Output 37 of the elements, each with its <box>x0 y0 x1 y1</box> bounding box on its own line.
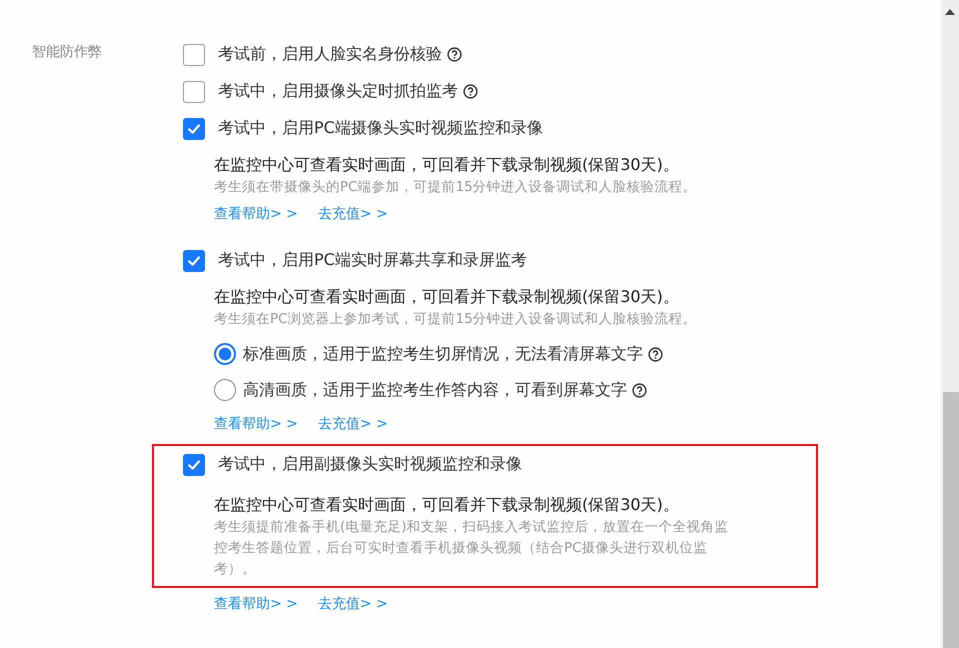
checkmark-icon <box>187 458 201 472</box>
option-label: 考试中，启用PC端实时屏幕共享和录屏监考 <box>218 250 527 271</box>
option-label: 考试中，启用摄像头定时抓拍监考 <box>218 81 458 102</box>
checkbox[interactable] <box>183 44 205 66</box>
option-note: 考生须在带摄像头的PC端参加，可提前15分钟进入设备调试和人脸核验流程。 <box>214 178 698 197</box>
section-label: 智能防作弊 <box>32 43 103 62</box>
radio-button[interactable] <box>214 343 236 365</box>
option-description: 在监控中心可查看实时画面，可回看并下载录制视频(保留30天)。 <box>214 494 680 516</box>
link[interactable]: 去充值> > <box>318 414 388 434</box>
checkmark-icon <box>187 122 201 136</box>
scrollbar[interactable] <box>941 0 959 648</box>
scrollbar-thumb[interactable] <box>943 392 959 648</box>
link[interactable]: 查看帮助> > <box>214 204 298 224</box>
link[interactable]: 查看帮助> > <box>214 414 298 434</box>
option-description: 在监控中心可查看实时画面，可回看并下载录制视频(保留30天)。 <box>214 154 680 176</box>
option-note: 考生须在PC浏览器上参加考试，可提前15分钟进入设备调试和人脸核验流程。 <box>214 310 698 329</box>
radio-button[interactable] <box>214 379 236 401</box>
option-label: 考试前，启用人脸实名身份核验 <box>218 44 442 65</box>
help-icon[interactable] <box>463 84 478 99</box>
quality-label: 标准画质，适用于监控考生切屏情况，无法看清屏幕文字 <box>243 344 643 364</box>
help-icon[interactable] <box>648 346 663 362</box>
link[interactable]: 去充值> > <box>318 204 388 224</box>
checkbox[interactable] <box>183 454 205 476</box>
checkbox[interactable] <box>183 80 205 102</box>
option-label: 考试中，启用PC端摄像头实时视频监控和录像 <box>218 118 543 139</box>
scroll-up-arrow-icon[interactable] <box>945 9 955 15</box>
link[interactable]: 查看帮助> > <box>214 594 298 614</box>
option-description: 在监控中心可查看实时画面，可回看并下载录制视频(保留30天)。 <box>214 286 680 308</box>
option-note: 考生须提前准备手机(电量充足)和支架，扫码接入考试监控后，放置在一个全视角监控考生答题位置，后台可实时查看手机摄像头视频（结合PC摄像头进行双机位监考）。 <box>214 518 729 579</box>
help-icon[interactable] <box>632 382 647 398</box>
checkbox[interactable] <box>183 118 205 140</box>
link[interactable]: 去充值> > <box>318 594 388 614</box>
checkmark-icon <box>187 254 201 268</box>
quality-label: 高清画质，适用于监控考生作答内容，可看到屏幕文字 <box>243 380 627 400</box>
help-icon[interactable] <box>447 47 462 62</box>
option-label: 考试中，启用副摄像头实时视频监控和录像 <box>218 454 522 475</box>
checkbox[interactable] <box>183 250 205 272</box>
